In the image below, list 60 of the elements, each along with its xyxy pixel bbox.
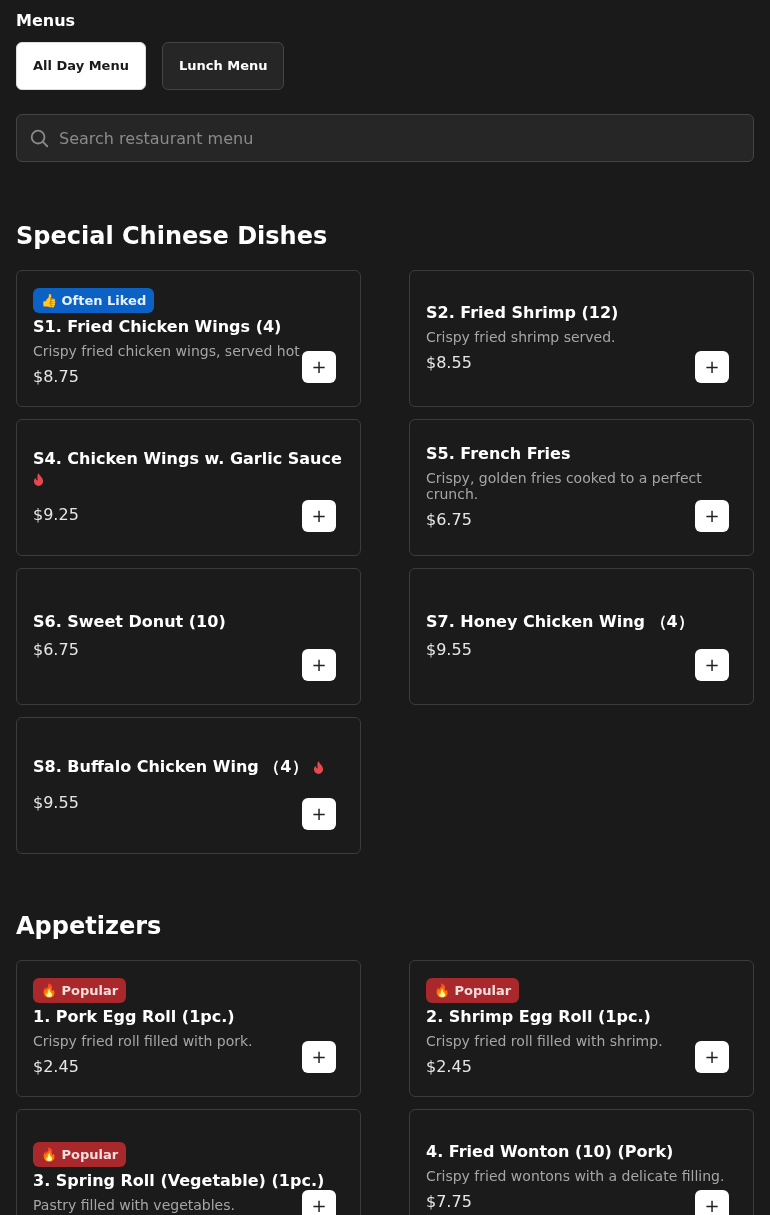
item-price: $7.75: [426, 1190, 472, 1213]
add-button[interactable]: +: [695, 1041, 729, 1073]
item-price: $9.55: [33, 791, 79, 814]
item-name: S2. Fried Shrimp (12): [426, 302, 619, 322]
item-name: 3. Spring Roll (Vegetable) (1pc.): [33, 1171, 325, 1191]
section-heading: Special Chinese Dishes: [16, 221, 329, 252]
item-price: $6.75: [33, 638, 79, 661]
menu-item-card[interactable]: 🔥 Popular 1. Pork Egg Roll (1pc.) Crispy fried roll filled with pork. $2.45 +: [16, 960, 361, 1097]
item-description: Crispy fried roll filled with pork.: [33, 1033, 253, 1050]
add-button[interactable]: +: [302, 1190, 336, 1215]
item-price: $8.55: [426, 351, 472, 374]
item-name: 2. Shrimp Egg Roll (1pc.): [426, 1007, 651, 1027]
item-name: S8. Buffalo Chicken Wing （4）: [33, 756, 308, 776]
add-button[interactable]: +: [695, 500, 729, 532]
item-description: Pastry filled with vegetables.: [33, 1197, 235, 1214]
section-heading: Appetizers: [16, 911, 163, 942]
badge: 👍 Often Liked: [33, 287, 155, 314]
item-description: Crispy fried shrimp served.: [426, 328, 616, 345]
item-price: $2.45: [33, 1056, 79, 1079]
item-name: S1. Fried Chicken Wings (4): [33, 317, 282, 337]
search-field[interactable]: Search restaurant menu: [16, 114, 754, 162]
menu-item-card[interactable]: S7. Honey Chicken Wing （4） $9.55 +: [409, 568, 754, 705]
add-button[interactable]: +: [695, 1190, 729, 1215]
menus-heading: Menus: [16, 10, 77, 32]
item-name: 1. Pork Egg Roll (1pc.): [33, 1007, 235, 1027]
item-name: S7. Honey Chicken Wing （4）: [426, 611, 694, 631]
item-price: $9.55: [426, 638, 472, 661]
item-name: S4. Chicken Wings w. Garlic Sauce: [33, 448, 342, 468]
item-price: $8.75: [33, 366, 79, 389]
item-description: Crispy fried roll filled with shrimp.: [426, 1033, 663, 1050]
add-button[interactable]: +: [302, 649, 336, 681]
menu-tab[interactable]: All Day Menu: [16, 42, 146, 90]
item-name: 4. Fried Wonton (10) (Pork): [426, 1141, 674, 1161]
menu-tab[interactable]: Lunch Menu: [161, 42, 285, 90]
badge: 🔥 Popular: [33, 977, 127, 1004]
menu-item-card[interactable]: 🔥 Popular 3. Spring Roll (Vegetable) (1pc.) Pastry filled with vegetables. +: [16, 1109, 361, 1215]
menu-item-card[interactable]: S4. Chicken Wings w. Garlic Sauce $9.25 +: [16, 419, 361, 556]
item-description: Crispy fried chicken wings, served hot: [33, 343, 300, 360]
menu-item-card[interactable]: S8. Buffalo Chicken Wing （4） $9.55 +: [16, 717, 361, 854]
badge: 🔥 Popular: [33, 1141, 127, 1168]
menu-item-card[interactable]: 🔥 Popular 2. Shrimp Egg Roll (1pc.) Crispy fried roll filled with shrimp. $2.45 +: [409, 960, 754, 1097]
menu-item-card[interactable]: S6. Sweet Donut (10) $6.75 +: [16, 568, 361, 705]
item-price: $9.25: [33, 503, 79, 526]
item-price: $6.75: [426, 508, 472, 531]
add-button[interactable]: +: [695, 649, 729, 681]
item-price: $2.45: [426, 1056, 472, 1079]
item-name: S5. French Fries: [426, 443, 571, 463]
item-name: S6. Sweet Donut (10): [33, 611, 226, 631]
menu-item-card[interactable]: S5. French Fries Crispy, golden fries cooked to a perfect crunch. $6.75 +: [409, 419, 754, 556]
add-button[interactable]: +: [695, 351, 729, 383]
menu-item-card[interactable]: 👍 Often Liked S1. Fried Chicken Wings (4) Crispy fried chicken wings, served hot $8.75 +: [16, 270, 361, 407]
badge: 🔥 Popular: [426, 977, 520, 1004]
menu-item-card[interactable]: S2. Fried Shrimp (12) Crispy fried shrimp served. $8.55 +: [409, 270, 754, 407]
item-description: Crispy, golden fries cooked to a perfect crunch.: [426, 469, 703, 502]
add-button[interactable]: +: [302, 351, 336, 383]
add-button[interactable]: +: [302, 798, 336, 830]
item-description: Crispy fried wontons with a delicate filling.: [426, 1167, 725, 1184]
add-button[interactable]: +: [302, 500, 336, 532]
add-button[interactable]: +: [302, 1041, 336, 1073]
menu-item-card[interactable]: 4. Fried Wonton (10) (Pork) Crispy fried wontons with a delicate filling. $7.75 +: [409, 1109, 754, 1215]
